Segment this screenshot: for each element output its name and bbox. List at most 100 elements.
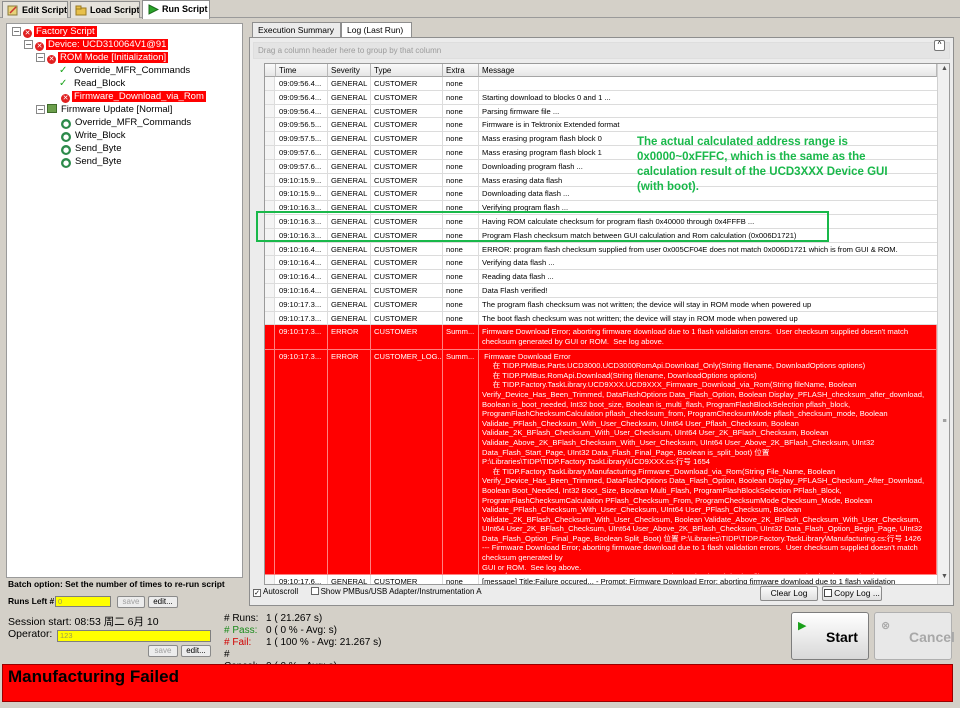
column-header-extra[interactable]: Extra [443,64,479,77]
header-indicator [265,64,276,77]
runs-edit-button[interactable]: edit... [148,596,178,608]
row-indicator[interactable] [265,256,275,270]
tree-node-send-byte[interactable]: ● Send_Byte [61,143,123,155]
log-row[interactable]: 09:10:17.3... ERROR CUSTOMER_LOG... Summ...… [265,349,937,576]
tree-node-send-byte-2[interactable]: ● Send_Byte [61,156,123,168]
cell-time: 09:09:56.4... [276,77,328,90]
log-row[interactable]: 09:09:56.4... GENERAL CUSTOMER none Starting… [265,90,937,105]
cell-time: 09:10:15.9... [276,187,328,201]
clear-log-button[interactable]: Clear Log [760,586,818,601]
runs-save-button[interactable]: save [117,596,145,608]
operator-input[interactable]: 123 [57,630,211,642]
row-indicator[interactable] [265,173,275,187]
cell-type: CUSTOMER [371,270,443,283]
cell-extra: none [443,118,479,132]
cell-type: CUSTOMER [371,187,443,201]
cell-message: Firmware Download Error; aborting firmwa… [479,325,937,349]
cell-time: 09:10:16.4... [276,284,328,297]
collapse-button[interactable]: ^ [934,40,945,51]
runs-left-input[interactable]: 0 [55,596,111,607]
start-button[interactable]: ▶ Start [791,612,869,660]
log-row[interactable]: 09:10:17.3... GENERAL CUSTOMER none The prog… [265,297,937,312]
scroll-grip-icon[interactable]: ≡ [940,418,949,428]
batch-option-label: Batch option: Set the number of times to… [8,579,225,589]
column-header-type[interactable]: Type [371,64,443,77]
row-indicator[interactable] [265,146,275,159]
row-indicator[interactable] [265,284,275,297]
group-by-bar[interactable]: Drag a column header here to group by th… [253,42,950,59]
autoscroll-checkbox[interactable]: ✓ [253,589,261,597]
error-icon: ✕ [35,42,44,51]
tree-node-write-block[interactable]: ● Write_Block [61,130,128,142]
tab-edit-script[interactable]: Edit Script [2,1,68,18]
cell-extra: none [443,132,479,145]
log-row[interactable]: 09:09:56.4... GENERAL CUSTOMER none [265,77,937,91]
column-header-severity[interactable]: Severity [328,64,371,77]
collapse-toggle[interactable]: − [12,27,21,36]
log-row[interactable]: 09:09:56.5... GENERAL CUSTOMER none Firmware… [265,118,937,133]
cell-extra: none [443,284,479,297]
row-indicator[interactable] [265,349,275,575]
row-indicator[interactable] [265,187,275,201]
cell-time: 09:10:15.9... [276,173,328,187]
tab-load-script[interactable]: Load Script [70,1,140,18]
tree-node-firmware-download[interactable]: ✕ Firmware_Download_via_Rom [61,91,206,103]
cell-extra: none [443,256,479,270]
collapse-toggle[interactable]: − [36,53,45,62]
tree-node-device[interactable]: ✕ Device: UCD310064V1@91 [35,39,169,51]
collapse-toggle[interactable]: − [24,40,33,49]
scroll-down-icon[interactable]: ▼ [940,573,949,583]
cell-severity: GENERAL [328,90,371,104]
row-indicator[interactable] [265,132,275,145]
cell-severity: GENERAL [328,575,371,584]
log-row[interactable]: 09:10:16.4... GENERAL CUSTOMER none Data Fla… [265,284,937,298]
cell-time: 09:10:17.6... [276,575,328,584]
cell-time: 09:09:57.5... [276,132,328,145]
log-row[interactable]: 09:10:16.4... GENERAL CUSTOMER none ERROR: p… [265,242,937,257]
row-indicator[interactable] [265,159,275,173]
cell-message: [message] Title:Failure occured... - Pro… [482,577,896,585]
row-indicator[interactable] [265,118,275,132]
stat-fail: # Fail: 1 ( 100 % - Avg: 21.267 s) [224,637,382,648]
tab-execution-summary[interactable]: Execution Summary [252,22,341,37]
log-row[interactable]: 09:10:17.6... GENERAL CUSTOMER none [message… [265,575,937,585]
log-row[interactable]: 09:10:17.3... ERROR CUSTOMER Summ... Firmwar… [265,325,937,350]
copy-log-button[interactable]: Copy Log ... [822,586,882,601]
tree-node-firmware-update[interactable]: Firmware Update [Normal] [47,104,174,116]
pending-icon: ● [61,145,71,155]
log-row[interactable]: 09:10:16.4... GENERAL CUSTOMER none Reading … [265,270,937,284]
log-row[interactable]: 09:10:16.4... GENERAL CUSTOMER none Verifyin… [265,256,937,271]
row-indicator[interactable] [265,270,275,283]
row-indicator[interactable] [265,90,275,104]
tree-node-override-mfr[interactable]: ✓ Override_MFR_Commands [59,65,192,77]
script-tree[interactable]: − ✕ Factory Script − ✕ Device: UCD310064V1… [6,23,243,578]
row-indicator[interactable] [265,325,275,349]
tab-log-last-run[interactable]: Log (Last Run) [341,22,412,38]
row-indicator[interactable] [265,242,275,256]
play-icon [148,4,159,15]
tree-node-rom-mode[interactable]: ✕ ROM Mode [Initialization] [47,52,169,64]
log-row[interactable]: 09:09:56.4... GENERAL CUSTOMER none Parsing … [265,104,937,119]
tree-node-read-block[interactable]: ✓ Read_Block [59,78,127,90]
show-pmbus-checkbox[interactable] [310,587,319,595]
row-indicator[interactable] [265,575,275,584]
cell-extra: none [443,90,479,104]
cell-message: Reading data flash ... [482,272,554,282]
cancel-icon: ⊗ [881,619,891,632]
operator-save-button[interactable]: save [148,645,178,657]
tab-run-script[interactable]: Run Script [142,0,210,19]
column-header-message[interactable]: Message [479,64,937,77]
row-indicator[interactable] [265,311,275,325]
row-indicator[interactable] [265,77,275,90]
row-indicator[interactable] [265,297,275,311]
column-header-time[interactable]: Time [276,64,328,77]
scroll-up-icon[interactable]: ▲ [940,65,949,75]
row-indicator[interactable] [265,104,275,118]
vertical-scrollbar[interactable]: ▲ ≡ ▼ [937,64,949,584]
tree-node-override-mfr-2[interactable]: ● Override_MFR_Commands [61,117,193,129]
operator-edit-button[interactable]: edit... [181,645,211,657]
log-row[interactable]: 09:10:17.3... GENERAL CUSTOMER none The boot… [265,311,937,326]
cancel-button[interactable]: ⊗ Cancel [874,612,955,660]
tree-node-factory-script[interactable]: ✕ Factory Script [23,26,97,38]
collapse-toggle[interactable]: − [36,105,45,114]
